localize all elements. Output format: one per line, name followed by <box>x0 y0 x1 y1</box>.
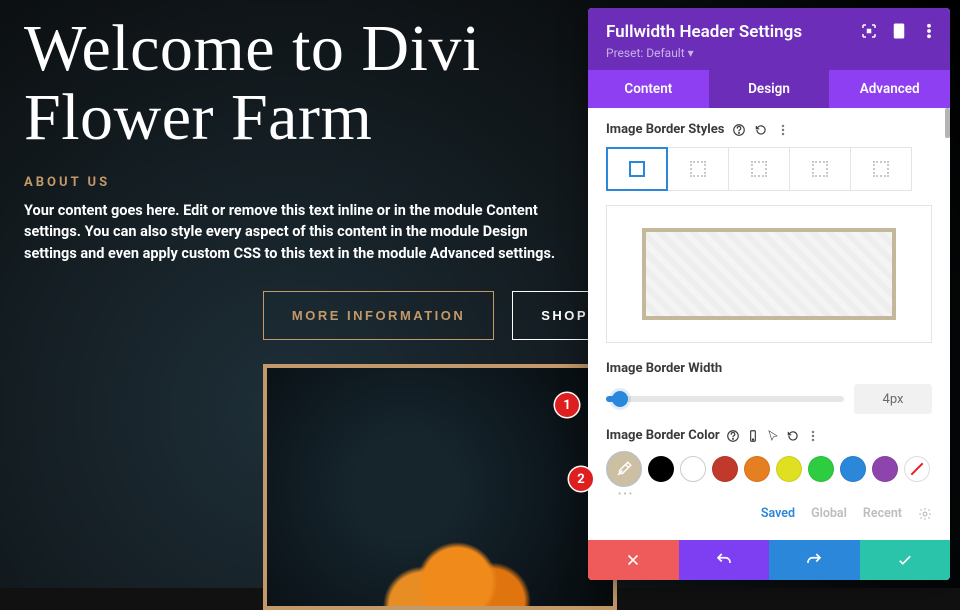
swatch-more-dots[interactable]: ••• <box>618 489 932 500</box>
border-width-label: Image Border Width <box>606 361 932 376</box>
swatch-clear[interactable] <box>904 456 930 482</box>
more-information-button[interactable]: MORE INFORMATION <box>263 291 494 340</box>
swatch-purple[interactable] <box>872 456 898 482</box>
tab-advanced[interactable]: Advanced <box>829 70 950 108</box>
section-body: Your content goes here. Edit or remove t… <box>24 200 584 265</box>
hover-icon[interactable] <box>766 429 780 443</box>
swatch-yellow[interactable] <box>776 456 802 482</box>
panel-footer <box>588 540 950 580</box>
check-icon <box>896 551 914 569</box>
slider-handle[interactable] <box>612 391 628 407</box>
palette-tab-recent[interactable]: Recent <box>863 506 902 521</box>
swatch-orange[interactable] <box>744 456 770 482</box>
border-width-input[interactable]: 4px <box>854 384 932 414</box>
redo-icon <box>805 551 823 569</box>
border-color-label: Image Border Color <box>606 428 720 443</box>
gear-icon[interactable] <box>918 507 932 521</box>
swatch-red[interactable] <box>712 456 738 482</box>
swatch-blue[interactable] <box>840 456 866 482</box>
border-preview <box>606 205 932 343</box>
border-styles-label: Image Border Styles <box>606 122 724 137</box>
options-kebab-icon[interactable] <box>776 123 790 137</box>
annotation-1: 1 <box>555 393 579 417</box>
palette-tab-global[interactable]: Global <box>811 506 847 521</box>
swatch-green[interactable] <box>808 456 834 482</box>
border-width-slider[interactable] <box>606 396 844 402</box>
palette-tab-saved[interactable]: Saved <box>761 506 795 521</box>
scrollbar-thumb[interactable] <box>945 108 950 138</box>
footer-undo-button[interactable] <box>679 540 770 580</box>
panel-header: Fullwidth Header Settings Preset: Defaul… <box>588 8 950 70</box>
headline-line-2: Flower Farm <box>24 81 372 154</box>
reset-icon[interactable] <box>754 123 768 137</box>
panel-header-actions <box>860 22 938 40</box>
preset-dropdown[interactable]: Preset: Default ▾ <box>606 46 932 60</box>
eyedropper-icon <box>615 460 633 478</box>
border-width-control: 4px <box>606 384 932 414</box>
color-swatch-row <box>606 451 932 487</box>
options-kebab-icon[interactable] <box>806 429 820 443</box>
border-styles-title: Image Border Styles <box>606 122 932 137</box>
border-preview-inner <box>642 228 896 320</box>
border-style-top[interactable] <box>667 147 729 191</box>
border-style-bottom[interactable] <box>789 147 851 191</box>
tab-content[interactable]: Content <box>588 70 709 108</box>
border-style-right[interactable] <box>728 147 790 191</box>
swatch-selected[interactable] <box>606 451 642 487</box>
palette-tabs: Saved Global Recent <box>606 506 932 521</box>
panel-tabs: Content Design Advanced <box>588 70 950 108</box>
footer-redo-button[interactable] <box>769 540 860 580</box>
kebab-menu-icon[interactable] <box>920 22 938 40</box>
footer-close-button[interactable] <box>588 540 679 580</box>
expand-icon[interactable] <box>860 22 878 40</box>
settings-panel: Fullwidth Header Settings Preset: Defaul… <box>588 8 950 580</box>
annotation-2: 2 <box>569 467 593 491</box>
border-style-left[interactable] <box>850 147 912 191</box>
panel-body: Image Border Styles Image Border Width 4… <box>588 108 950 540</box>
swatch-white[interactable] <box>680 456 706 482</box>
phone-icon[interactable] <box>746 429 760 443</box>
help-icon[interactable] <box>732 123 746 137</box>
border-color-title: Image Border Color <box>606 428 932 443</box>
tablet-icon[interactable] <box>890 22 908 40</box>
undo-icon <box>715 551 733 569</box>
tab-design[interactable]: Design <box>709 70 830 108</box>
headline-line-1: Welcome to Divi <box>24 12 481 85</box>
border-style-all[interactable] <box>606 147 668 191</box>
close-icon <box>624 551 642 569</box>
swatch-black[interactable] <box>648 456 674 482</box>
help-icon[interactable] <box>726 429 740 443</box>
reset-icon[interactable] <box>786 429 800 443</box>
border-style-picker <box>606 147 932 191</box>
footer-save-button[interactable] <box>860 540 951 580</box>
